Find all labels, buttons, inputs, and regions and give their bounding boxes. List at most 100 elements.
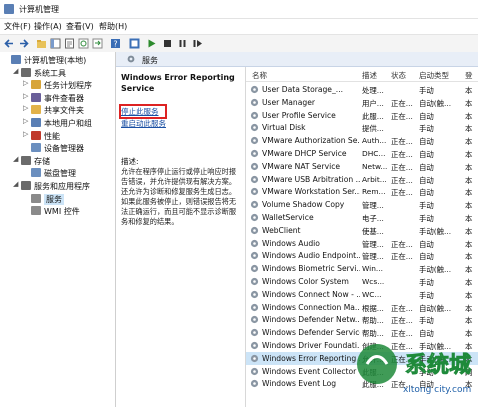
service-startup-type: 手动	[419, 214, 434, 223]
expanded-arrow-icon[interactable]: ◢	[13, 155, 21, 163]
tree-item-label: 计算机管理(本地)	[24, 56, 87, 65]
collapsed-arrow-icon[interactable]: ▷	[23, 130, 31, 138]
column-startup-type[interactable]: 启动类型	[419, 70, 449, 81]
column-name[interactable]: 名称	[252, 70, 267, 81]
service-startup-type: 手动(触...	[419, 226, 452, 236]
service-name: VMware Authorization Se...	[262, 136, 360, 146]
service-description: DHC...	[362, 149, 386, 158]
toolbar: ?	[0, 34, 478, 53]
service-description: 管理...	[362, 201, 384, 211]
pause-service-icon[interactable]	[177, 38, 188, 49]
table-row[interactable]: Windows Audio Endpoint... 管理... 正在... 自动 本	[246, 249, 478, 262]
table-row[interactable]: VMware DHCP Service DHC... 正在... 自动 本	[246, 147, 478, 160]
tree-node-icon	[31, 193, 41, 203]
service-view-icon[interactable]	[129, 38, 140, 49]
description-label: 描述:	[121, 157, 139, 166]
show-hide-tree-icon[interactable]	[50, 38, 61, 49]
service-logon: 本	[465, 137, 473, 147]
gear-icon	[250, 265, 259, 273]
table-row[interactable]: Virtual Disk 提供... 手动 本	[246, 121, 478, 134]
column-status[interactable]: 状态	[391, 70, 406, 81]
service-startup-type: 自动(触...	[419, 303, 452, 313]
forward-arrow-icon[interactable]	[18, 38, 29, 49]
tree-item-label: WMI 控件	[44, 207, 80, 217]
service-name: Volume Shadow Copy	[262, 200, 345, 210]
table-row[interactable]: VMware USB Arbitration ... Arbit... 正在... 自…	[246, 173, 478, 186]
window-title: 计算机管理	[19, 5, 59, 14]
gear-icon	[250, 341, 259, 350]
table-row[interactable]: Windows Audio 管理... 正在... 自动 本	[246, 237, 478, 250]
gear-icon	[250, 201, 259, 209]
tree-node-icon	[31, 80, 41, 90]
table-row[interactable]: VMware NAT Service Netw... 正在... 自动 本	[246, 160, 478, 173]
service-startup-type: 手动	[419, 86, 434, 95]
service-status: 正在...	[391, 162, 413, 172]
up-folder-icon[interactable]	[36, 38, 47, 49]
service-name: Windows Color System	[262, 277, 349, 286]
gear-icon	[250, 162, 259, 170]
service-logon: 本	[465, 175, 473, 185]
service-status: 正在...	[391, 239, 413, 249]
gear-icon	[250, 149, 259, 158]
menu-file[interactable]: 文件(F)	[4, 21, 31, 32]
title-bar: 计算机管理	[0, 0, 478, 19]
expanded-arrow-icon[interactable]: ◢	[13, 180, 21, 188]
service-name: User Data Storage_...	[262, 85, 344, 94]
tree-node-icon	[31, 206, 41, 216]
service-logon: 本	[465, 290, 473, 300]
gear-icon	[250, 239, 259, 247]
gear-icon	[250, 85, 259, 94]
table-row[interactable]: VMware Authorization Se... Auth... 正在... 自动…	[246, 134, 478, 147]
service-status: 正在...	[391, 98, 413, 108]
gear-icon	[250, 111, 259, 119]
restart-service-link[interactable]: 重启动此服务	[121, 118, 166, 129]
start-service-icon[interactable]	[146, 38, 157, 49]
service-logon: 本	[465, 278, 473, 287]
collapsed-arrow-icon[interactable]: ▷	[23, 79, 31, 87]
stop-service-link[interactable]: 停止此服务	[121, 106, 159, 117]
menu-action[interactable]: 操作(A)	[34, 21, 62, 32]
service-logon: 本	[465, 188, 473, 198]
service-logon: 本	[465, 226, 473, 236]
service-startup-type: 手动	[419, 278, 434, 287]
gear-icon	[250, 98, 259, 106]
table-row[interactable]: User Profile Service 此服... 正在... 自动 本	[246, 109, 478, 122]
collapsed-arrow-icon[interactable]: ▷	[23, 104, 31, 112]
gear-icon	[250, 277, 259, 286]
table-row[interactable]: WebClient 使基... 手动(触... 本	[246, 224, 478, 237]
column-description[interactable]: 描述	[362, 70, 377, 81]
table-row[interactable]: Windows Color System Wcs... 手动 本	[246, 275, 478, 288]
service-description: 管理...	[362, 252, 384, 262]
service-logon: 本	[465, 124, 473, 134]
service-description: 管理...	[362, 239, 384, 249]
table-row[interactable]: User Data Storage_... 处理... 手动 本	[246, 83, 478, 96]
tree-node-icon	[31, 130, 41, 140]
stop-service-icon[interactable]	[162, 38, 173, 49]
table-row[interactable]: User Manager 用户... 正在... 自动(触... 本	[246, 96, 478, 109]
menu-help[interactable]: 帮助(H)	[99, 21, 127, 32]
table-row[interactable]: VMware Workstation Ser... Rem... 正在... 自动 本	[246, 185, 478, 198]
tree-item-label: 服务和应用程序	[34, 182, 90, 191]
restart-service-icon[interactable]	[192, 38, 203, 49]
refresh-icon[interactable]	[78, 38, 89, 49]
back-arrow-icon[interactable]	[4, 38, 15, 49]
export-list-icon[interactable]	[92, 38, 103, 49]
collapsed-arrow-icon[interactable]: ▷	[23, 92, 31, 100]
service-startup-type: 自动	[419, 175, 434, 185]
column-logon[interactable]: 登	[465, 70, 473, 81]
table-row[interactable]: WalletService 电子... 手动 本	[246, 211, 478, 224]
properties-icon[interactable]	[64, 38, 75, 49]
gear-icon	[250, 175, 259, 183]
tree-node-icon	[31, 92, 41, 102]
service-startup-type: 自动	[419, 252, 434, 262]
table-row[interactable]: Volume Shadow Copy 管理... 手动 本	[246, 198, 478, 211]
help-icon[interactable]: ?	[110, 38, 121, 49]
expanded-arrow-icon[interactable]: ◢	[13, 67, 21, 75]
collapsed-arrow-icon[interactable]: ▷	[23, 117, 31, 125]
service-description: Auth...	[362, 136, 387, 146]
table-row[interactable]: Windows Connection Ma... 根据... 正在... 自动(触..…	[246, 301, 478, 314]
menu-view[interactable]: 查看(V)	[66, 21, 94, 32]
service-logon: 本	[465, 252, 473, 262]
table-row[interactable]: Windows Biometric Servi... Win... 手动(触... 本	[246, 262, 478, 275]
table-row[interactable]: Windows Connect Now - ... WC... 手动 本	[246, 288, 478, 301]
